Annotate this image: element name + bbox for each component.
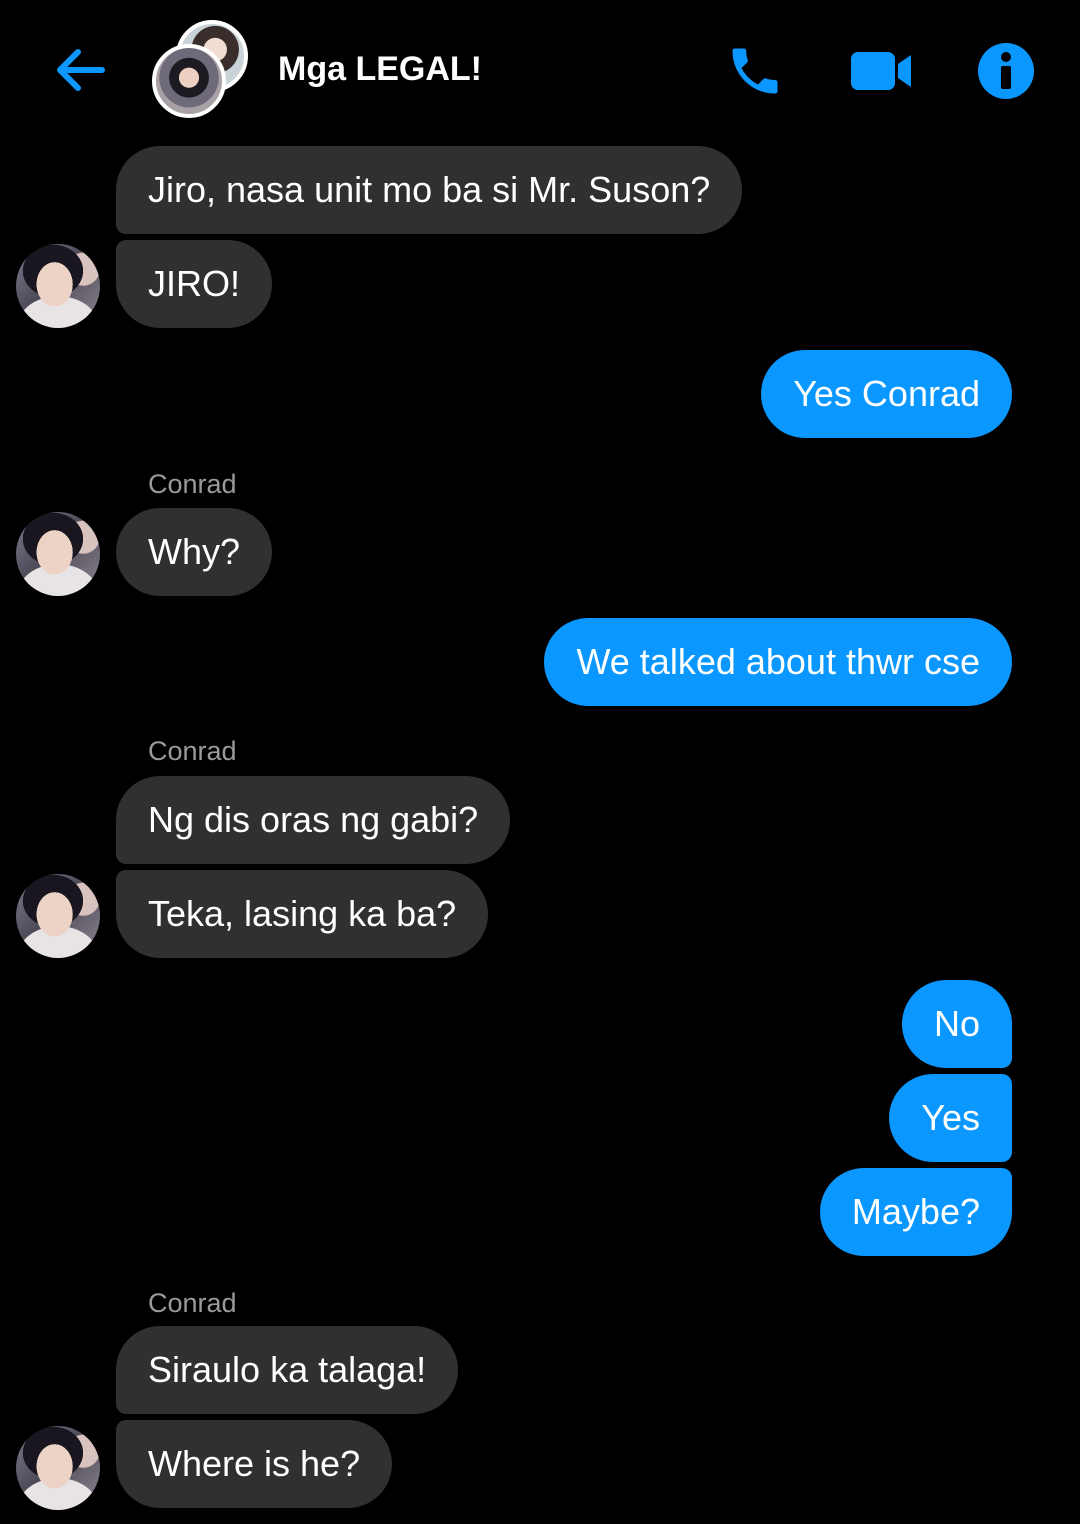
sender-name: Conrad <box>148 469 237 499</box>
sender-avatar[interactable] <box>16 512 100 596</box>
sender-name: Conrad <box>148 1288 237 1318</box>
sender-name: Conrad <box>148 736 237 766</box>
group-avatar[interactable] <box>150 18 250 118</box>
message-bubble-outgoing[interactable]: Yes <box>889 1074 1012 1162</box>
message-bubble-incoming[interactable]: Where is he? <box>116 1420 393 1508</box>
message-bubble-incoming[interactable]: Jiro, nasa unit mo ba si Mr. Suson? <box>116 146 743 234</box>
video-camera-icon <box>851 52 911 90</box>
chat-title[interactable]: Mga LEGAL! <box>278 48 482 90</box>
back-button[interactable] <box>46 36 114 104</box>
message-bubble-outgoing[interactable]: Yes Conrad <box>761 350 1012 438</box>
info-button[interactable] <box>971 36 1041 106</box>
arrow-left-icon <box>57 49 105 91</box>
sender-avatar[interactable] <box>16 1426 100 1510</box>
message-bubble-incoming[interactable]: Siraulo ka talaga! <box>116 1326 459 1414</box>
message-bubble-incoming[interactable]: Why? <box>116 508 273 596</box>
video-call-button[interactable] <box>846 36 916 106</box>
call-button[interactable] <box>720 36 790 106</box>
message-bubble-outgoing[interactable]: We talked about thwr cse <box>544 618 1012 706</box>
message-bubble-incoming[interactable]: JIRO! <box>116 240 273 328</box>
sender-avatar[interactable] <box>16 874 100 958</box>
sender-avatar[interactable] <box>16 244 100 328</box>
message-bubble-incoming[interactable]: Ng dis oras ng gabi? <box>116 776 511 864</box>
phone-icon <box>732 48 778 94</box>
group-member-photo <box>152 44 226 118</box>
message-bubble-incoming[interactable]: Teka, lasing ka ba? <box>116 870 489 958</box>
info-icon <box>978 43 1034 99</box>
message-bubble-outgoing[interactable]: No <box>901 980 1012 1068</box>
chat-header: Mga LEGAL! <box>0 0 1080 140</box>
message-bubble-outgoing[interactable]: Maybe? <box>819 1168 1012 1256</box>
